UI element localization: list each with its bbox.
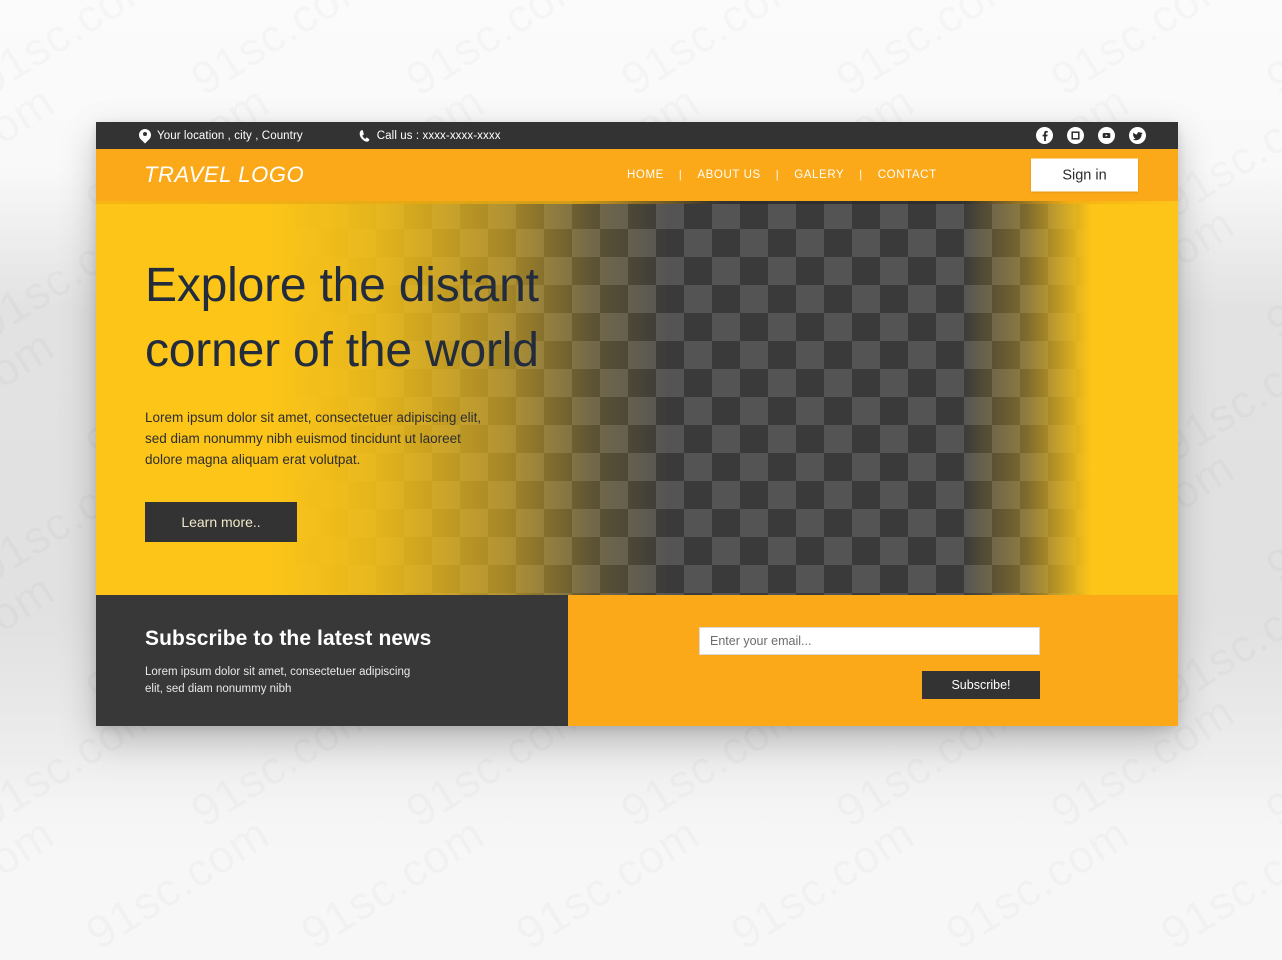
nav-item-galery[interactable]: GALERY [784, 169, 854, 181]
phone-info: Call us : xxxx-xxxx-xxxx [358, 129, 501, 143]
sign-in-button[interactable]: Sign in [1031, 158, 1138, 192]
hero-headline-line-2: corner of the world [145, 324, 539, 378]
nav-separator: | [775, 169, 780, 181]
map-pin-icon [139, 129, 151, 143]
subscribe-button[interactable]: Subscribe! [922, 671, 1040, 699]
watermark-text: 91sc.com [1256, 440, 1282, 594]
watermark-text: 91sc.com [936, 806, 1138, 960]
watermark-text: 91sc.com [291, 806, 493, 960]
youtube-icon[interactable] [1098, 127, 1115, 144]
email-input[interactable] [699, 627, 1040, 655]
hero-paragraph-line-1: Lorem ipsum dolor sit amet, consectetuer… [145, 409, 482, 425]
subscribe-text-panel: Subscribe to the latest news Lorem ipsum… [96, 595, 568, 726]
social-links [1036, 122, 1146, 149]
watermark-text: 91sc.com [0, 318, 64, 472]
hero-paragraph: Lorem ipsum dolor sit amet, consectetuer… [145, 407, 565, 471]
subscribe-title: Subscribe to the latest news [145, 627, 432, 650]
hero-section: Explore the distant corner of the world … [96, 201, 1178, 595]
nav-separator: | [859, 169, 863, 181]
nav-menu: HOME | ABOUT US | GALERY | CONTACT [617, 169, 947, 181]
watermark-text: 91sc.com [1151, 806, 1282, 960]
main-navbar: TRAVEL LOGO HOME | ABOUT US | GALERY | C… [96, 149, 1178, 201]
nav-item-home[interactable]: HOME [617, 169, 674, 181]
watermark-text: 91sc.com [506, 806, 708, 960]
watermark-text: 91sc.com [1256, 684, 1282, 838]
hero-headline-line-1: Explore the distant [145, 259, 539, 312]
hero-content: Explore the distant corner of the world … [96, 201, 1178, 542]
nav-item-about-us[interactable]: ABOUT US [687, 169, 770, 181]
site-logo[interactable]: TRAVEL LOGO [144, 162, 304, 188]
subscribe-description-line-2: elit, sed diam nonummy nibh [145, 682, 292, 695]
watermark-text: 91sc.com [1256, 196, 1282, 350]
watermark-text: 91sc.com [76, 806, 278, 960]
twitter-icon[interactable] [1129, 127, 1146, 144]
instagram-icon[interactable] [1067, 127, 1084, 144]
hero-headline: Explore the distant corner of the world [145, 253, 785, 384]
nav-item-contact[interactable]: CONTACT [868, 169, 947, 181]
facebook-icon[interactable] [1036, 127, 1053, 144]
location-label: Your location , city , Country [157, 129, 303, 142]
top-info-bar: Your location , city , Country Call us :… [96, 122, 1178, 149]
watermark-text: 91sc.com [1256, 0, 1282, 106]
hero-paragraph-line-2: sed diam nonummy nibh euismod tincidunt … [145, 430, 461, 446]
website-mockup-card: Your location , city , Country Call us :… [96, 122, 1178, 726]
watermark-text: 91sc.com [1041, 0, 1243, 106]
learn-more-button[interactable]: Learn more.. [145, 501, 297, 542]
watermark-text: 91sc.com [181, 0, 383, 106]
subscribe-description-line-1: Lorem ipsum dolor sit amet, consectetuer… [145, 666, 411, 678]
watermark-text: 91sc.com [0, 806, 64, 960]
nav-separator: | [678, 169, 683, 181]
watermark-text: 91sc.com [396, 0, 598, 106]
phone-label: Call us : xxxx-xxxx-xxxx [376, 129, 501, 142]
location-info: Your location , city , Country [139, 129, 303, 143]
subscribe-description: Lorem ipsum dolor sit amet, consectetuer… [145, 664, 455, 698]
watermark-text: 91sc.com [0, 74, 64, 228]
watermark-text: 91sc.com [611, 0, 813, 106]
watermark-text: 91sc.com [721, 806, 923, 960]
watermark-text: 91sc.com [826, 0, 1028, 106]
watermark-text: 91sc.com [0, 562, 64, 716]
phone-icon [358, 129, 371, 143]
subscribe-form-panel: Subscribe! [568, 595, 1178, 726]
subscribe-section: Subscribe to the latest news Lorem ipsum… [96, 595, 1178, 726]
hero-paragraph-line-3: dolore magna aliquam erat volutpat. [145, 452, 361, 468]
